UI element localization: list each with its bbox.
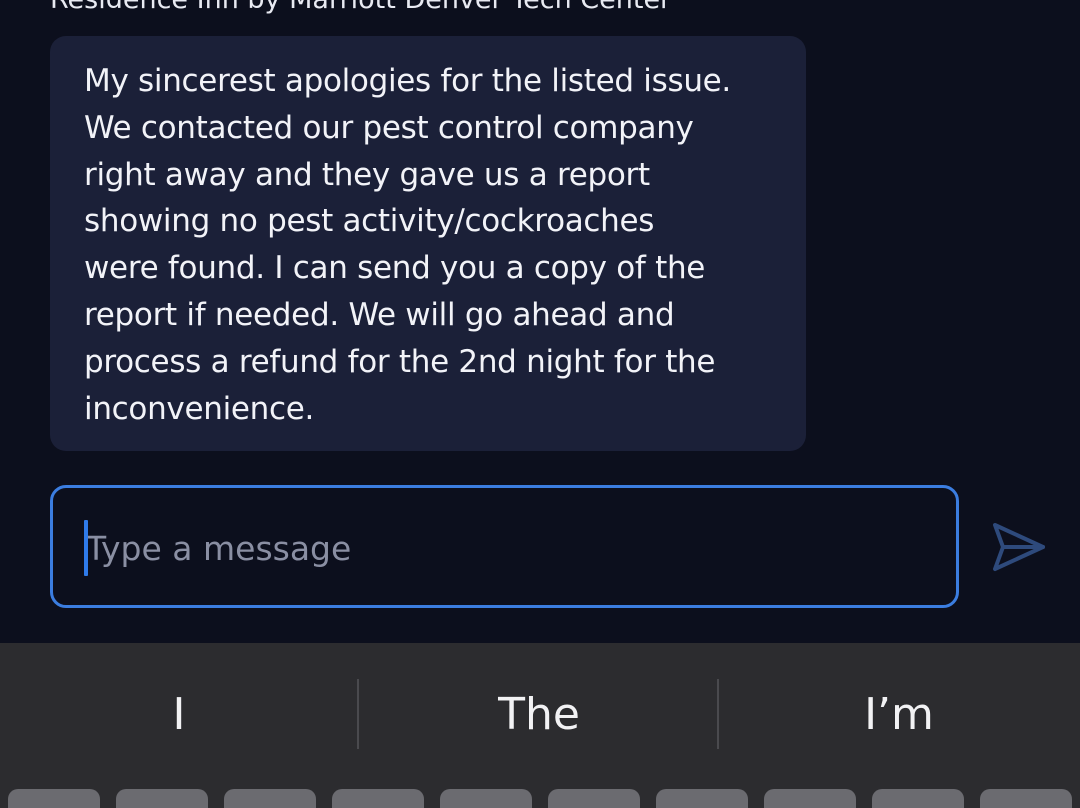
text-cursor: [84, 520, 88, 576]
message-text: My sincerest apologies for the listed is…: [84, 63, 731, 427]
keyboard-key[interactable]: [332, 789, 424, 808]
suggestion-3[interactable]: I’m: [720, 679, 1078, 749]
keyboard-key[interactable]: [764, 789, 856, 808]
chat-screen: Residence Inn by Marriott Denver Tech Ce…: [0, 0, 1080, 808]
suggestion-divider: [357, 679, 359, 749]
send-icon: [993, 523, 1045, 571]
keyboard-key[interactable]: [872, 789, 964, 808]
keyboard-key[interactable]: [224, 789, 316, 808]
keyboard-key[interactable]: [8, 789, 100, 808]
suggestion-1[interactable]: I: [0, 679, 358, 749]
keyboard-key[interactable]: [656, 789, 748, 808]
suggestion-2[interactable]: The: [360, 679, 718, 749]
sender-name: Residence Inn by Marriott Denver Tech Ce…: [50, 0, 671, 18]
message-bubble: My sincerest apologies for the listed is…: [50, 36, 806, 451]
keyboard: I The I’m: [0, 643, 1080, 808]
keyboard-key[interactable]: [980, 789, 1072, 808]
send-button[interactable]: [990, 520, 1048, 574]
suggestion-divider: [717, 679, 719, 749]
message-input[interactable]: [86, 518, 906, 578]
keyboard-key[interactable]: [548, 789, 640, 808]
message-composer[interactable]: [50, 485, 959, 608]
keyboard-key[interactable]: [440, 789, 532, 808]
keyboard-key[interactable]: [116, 789, 208, 808]
